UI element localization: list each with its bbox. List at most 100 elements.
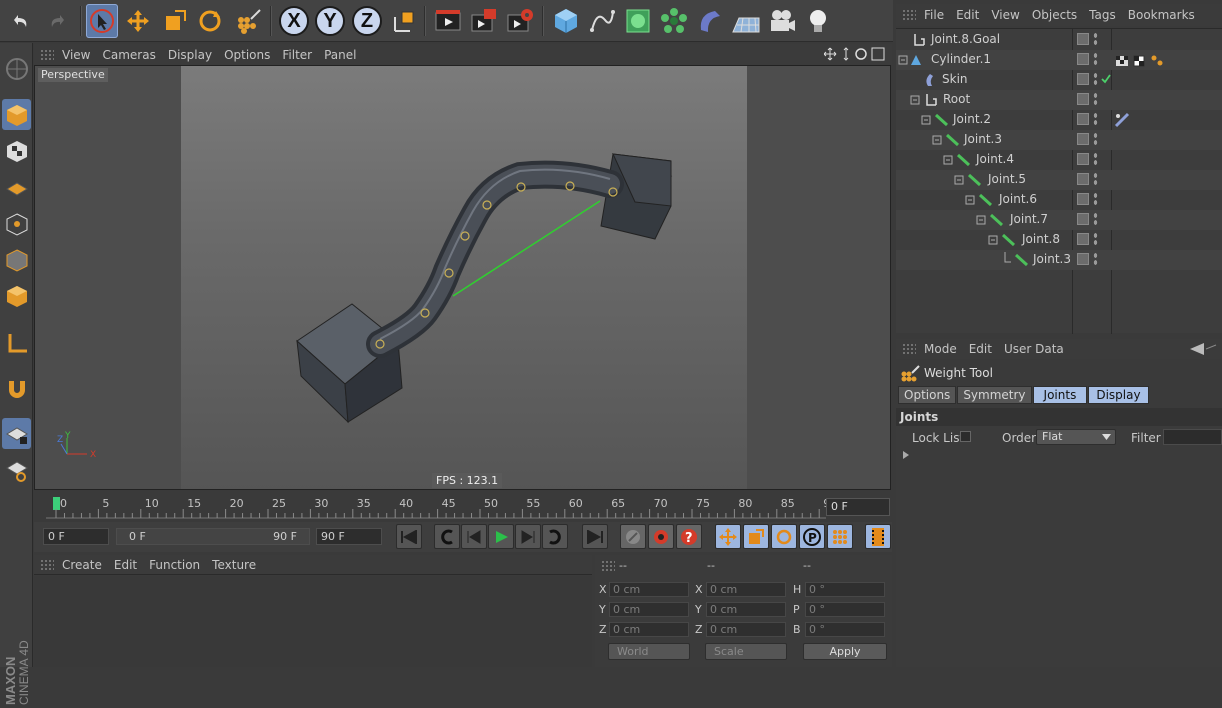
key-pla-button[interactable]: [827, 524, 853, 549]
menu-file[interactable]: File: [924, 8, 944, 22]
size-mode-dropdown[interactable]: Scale: [705, 643, 787, 660]
points-mode-button[interactable]: [2, 208, 31, 239]
panel-grip-icon[interactable]: [902, 9, 916, 21]
tab-joints[interactable]: Joints: [1032, 386, 1088, 404]
start-frame-field[interactable]: 0 F: [43, 528, 109, 545]
tree-item-joint-2[interactable]: Joint.2: [896, 110, 1222, 130]
layer-color-box[interactable]: [1077, 213, 1089, 225]
redo-button[interactable]: [42, 4, 74, 38]
subdivision-surface-button[interactable]: [622, 4, 654, 38]
planar-workplane-button[interactable]: [2, 454, 31, 485]
cube-primitive-button[interactable]: [550, 4, 582, 38]
render-view-button[interactable]: [432, 4, 464, 38]
menu-create[interactable]: Create: [62, 558, 102, 572]
visibility-dots[interactable]: [1093, 32, 1098, 46]
ik-tag-icon[interactable]: [1114, 112, 1130, 128]
tree-item-joint-4[interactable]: Joint.4: [896, 150, 1222, 170]
panel-grip-icon[interactable]: [40, 558, 54, 571]
collapse-toggle-icon[interactable]: [898, 54, 926, 66]
z-axis-lock-button[interactable]: Z: [352, 6, 382, 36]
layer-color-box[interactable]: [1077, 53, 1089, 65]
next-key-button[interactable]: [542, 524, 568, 549]
viewport-navigation-icons[interactable]: [824, 47, 888, 62]
layer-color-box[interactable]: [1077, 153, 1089, 165]
size-x-field[interactable]: 0 cm: [706, 582, 786, 597]
tab-options[interactable]: Options: [898, 386, 957, 404]
enabled-checkmark-icon[interactable]: [1101, 74, 1111, 84]
tree-item-joint-5[interactable]: Joint.5: [896, 170, 1222, 190]
size-y-field[interactable]: 0 cm: [706, 602, 786, 617]
tree-item-skin[interactable]: Skin: [896, 70, 1222, 90]
material-list-area[interactable]: [34, 576, 592, 667]
visibility-dots[interactable]: [1093, 172, 1098, 186]
position-y-field[interactable]: 0 cm: [609, 602, 689, 617]
menu-view[interactable]: View: [991, 8, 1019, 22]
visibility-dots[interactable]: [1093, 92, 1098, 106]
perspective-viewport[interactable]: Z Y X Perspective FPS : 123.1: [34, 65, 891, 490]
tree-item-cylinder[interactable]: Cylinder.1: [896, 50, 1222, 70]
layer-color-box[interactable]: [1077, 93, 1089, 105]
rotation-p-field[interactable]: 0 °: [805, 602, 885, 617]
lock-list-checkbox[interactable]: [960, 431, 971, 442]
menu-mode[interactable]: Mode: [924, 342, 957, 356]
scale-button[interactable]: [158, 4, 190, 38]
menu-panel[interactable]: Panel: [324, 48, 356, 62]
key-rotation-button[interactable]: [771, 524, 797, 549]
menu-function[interactable]: Function: [149, 558, 200, 572]
edges-mode-button[interactable]: [2, 244, 31, 275]
visibility-dots[interactable]: [1093, 72, 1098, 86]
menu-display[interactable]: Display: [168, 48, 212, 62]
coordinate-space-dropdown[interactable]: World: [608, 643, 690, 660]
layer-color-box[interactable]: [1077, 193, 1089, 205]
panel-grip-icon[interactable]: [902, 343, 916, 355]
play-forward-button[interactable]: [488, 524, 514, 549]
visibility-dots[interactable]: [1093, 232, 1098, 246]
rotate-button[interactable]: [194, 4, 226, 38]
menu-edit[interactable]: Edit: [969, 342, 992, 356]
undo-button[interactable]: [4, 4, 36, 38]
polygons-mode-button[interactable]: [2, 280, 31, 311]
apply-button[interactable]: Apply: [803, 643, 887, 660]
workplane-mode-button[interactable]: [2, 171, 31, 202]
panel-grip-icon[interactable]: [40, 48, 54, 61]
menu-cameras[interactable]: Cameras: [102, 48, 155, 62]
tree-item-joint-8[interactable]: Joint.8: [896, 230, 1222, 250]
deformer-button[interactable]: [694, 4, 726, 38]
menu-user-data[interactable]: User Data: [1004, 342, 1064, 356]
tree-item-root[interactable]: Root: [896, 90, 1222, 110]
cube-mesh-left[interactable]: [296, 303, 403, 424]
object-list[interactable]: Joint.8.Goal Cylinder.1 Skin Root Joint.…: [896, 28, 1222, 334]
menu-filter[interactable]: Filter: [282, 48, 312, 62]
axis-mode-button[interactable]: [2, 327, 31, 358]
timeline-ruler[interactable]: 051015202530354045505560657075808590: [46, 497, 826, 519]
expand-arrow-icon[interactable]: [903, 451, 909, 459]
position-z-field[interactable]: 0 cm: [609, 622, 689, 637]
visibility-dots[interactable]: [1093, 52, 1098, 66]
visibility-dots[interactable]: [1093, 212, 1098, 226]
layer-color-box[interactable]: [1077, 173, 1089, 185]
model-mode-button[interactable]: [2, 99, 31, 130]
menu-options[interactable]: Options: [224, 48, 270, 62]
move-button[interactable]: [122, 4, 154, 38]
position-x-field[interactable]: 0 cm: [609, 582, 689, 597]
spline-pen-button[interactable]: [586, 4, 618, 38]
visibility-dots[interactable]: [1093, 132, 1098, 146]
tab-display[interactable]: Display: [1088, 386, 1149, 404]
end-frame-field[interactable]: 90 F: [316, 528, 382, 545]
tree-item-joint-6[interactable]: Joint.6: [896, 190, 1222, 210]
menu-objects[interactable]: Objects: [1032, 8, 1077, 22]
layer-color-box[interactable]: [1077, 133, 1089, 145]
preview-range-slider[interactable]: 0 F 90 F: [116, 528, 310, 545]
tree-item-joint8-goal[interactable]: Joint.8.Goal: [896, 30, 1222, 50]
key-scale-button[interactable]: [743, 524, 769, 549]
visibility-dots[interactable]: [1093, 112, 1098, 126]
camera-button[interactable]: [766, 4, 798, 38]
visibility-dots[interactable]: [1093, 252, 1098, 266]
tag-icons[interactable]: [1114, 52, 1170, 68]
current-frame-field[interactable]: 0 F: [826, 498, 890, 516]
size-z-field[interactable]: 0 cm: [706, 622, 786, 637]
menu-view[interactable]: View: [62, 48, 90, 62]
key-parameter-button[interactable]: P: [799, 524, 825, 549]
menu-tags[interactable]: Tags: [1089, 8, 1116, 22]
layer-color-box[interactable]: [1077, 253, 1089, 265]
